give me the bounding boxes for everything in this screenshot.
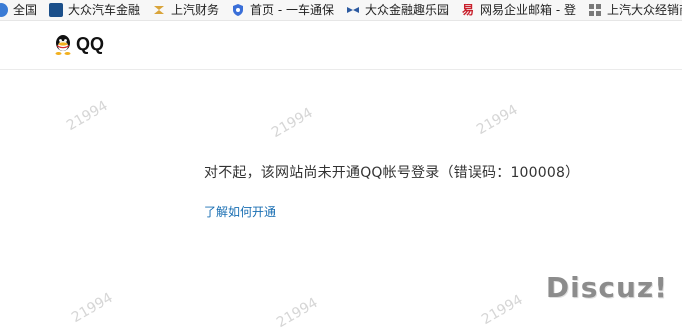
discuz-watermark: Discuz!: [545, 271, 668, 304]
bookmark-item[interactable]: 上汽财务: [152, 0, 219, 20]
qq-penguin-icon: [53, 34, 73, 56]
bookmark-item[interactable]: 大众金融趣乐园: [346, 0, 449, 20]
bookmark-label: 上汽大众经销商: [607, 3, 682, 17]
watermark: 21994: [478, 291, 526, 329]
bookmark-label: 大众金融趣乐园: [365, 3, 450, 17]
help-link[interactable]: 了解如何开通: [204, 203, 276, 220]
bow-icon: [346, 3, 360, 17]
bookmark-label: 上汽财务: [171, 3, 220, 17]
bookmark-item[interactable]: 全国: [0, 0, 37, 20]
bookmarks-bar: 全国 大众汽车金融 上汽财务 首页 - 一车通保 大众金融趣乐园 易 网易企业邮…: [0, 0, 682, 21]
watermark: 21994: [273, 294, 321, 331]
brand-name: QQ: [76, 34, 105, 54]
vw-finance-icon: [49, 3, 64, 17]
bookmark-item[interactable]: 大众汽车金融: [49, 0, 140, 20]
bookmark-item[interactable]: 上汽大众经销商: [588, 0, 682, 20]
error-message: 对不起，该网站尚未开通QQ帐号登录（错误码：100008）: [204, 165, 580, 181]
watermark: 21994: [473, 101, 521, 139]
watermark: 21994: [268, 104, 316, 142]
bookmark-label: 网易企业邮箱 - 登: [480, 3, 576, 17]
bookmark-label: 全国: [13, 3, 38, 17]
bookmark-item[interactable]: 易 网易企业邮箱 - 登: [461, 0, 576, 20]
qq-header: QQ: [0, 21, 682, 70]
watermark: 21994: [63, 97, 111, 135]
netease-icon: 易: [462, 3, 475, 17]
shield-icon: [231, 3, 245, 17]
bookmark-item[interactable]: 首页 - 一车通保: [231, 0, 334, 20]
saic-icon: [152, 3, 166, 17]
grid-icon: [588, 3, 602, 17]
bookmark-label: 首页 - 一车通保: [250, 3, 335, 17]
watermark: 21994: [68, 289, 116, 327]
bookmark-label: 大众汽车金融: [68, 3, 141, 17]
globe-icon: [0, 3, 8, 17]
